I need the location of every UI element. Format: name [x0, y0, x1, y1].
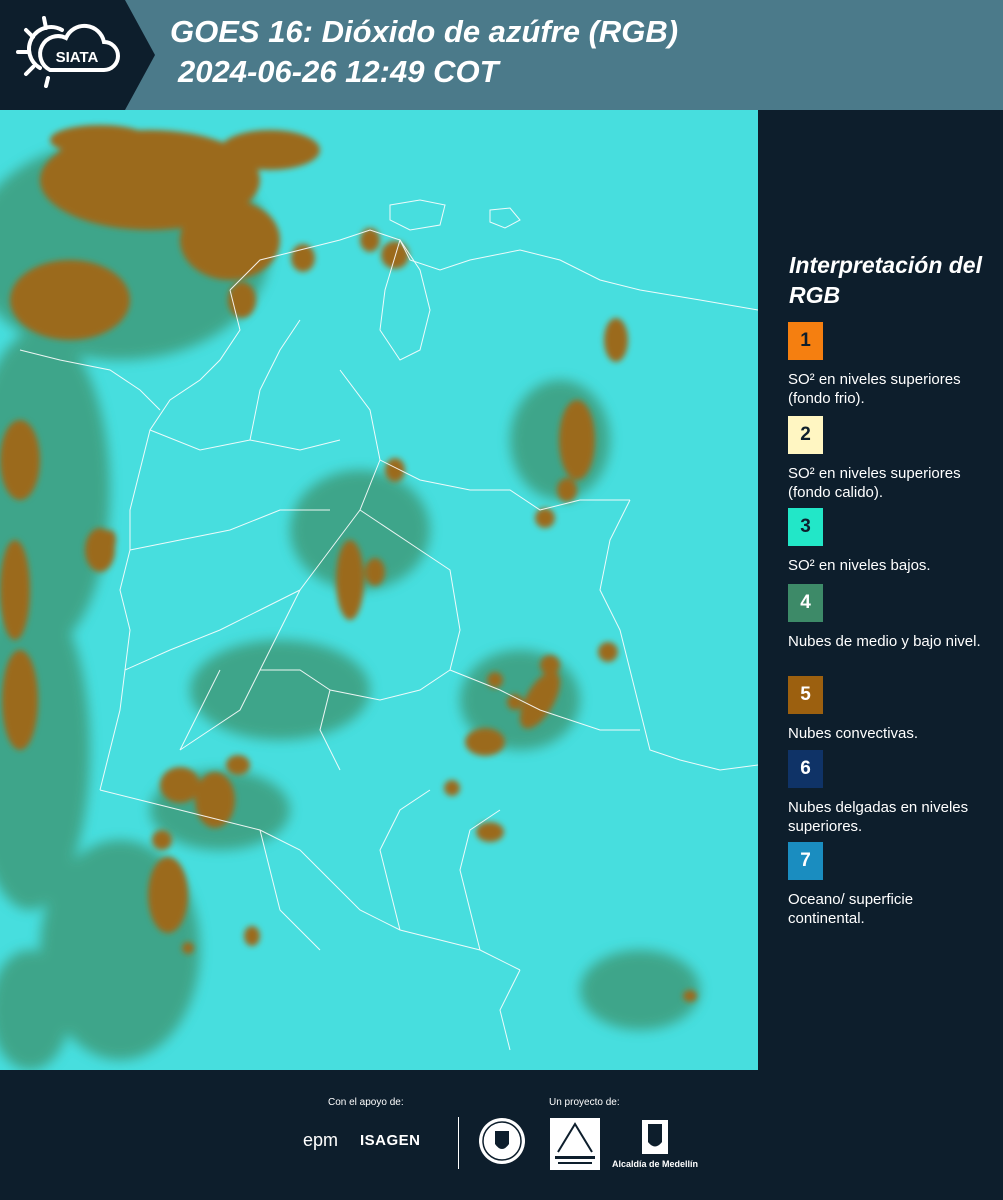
legend-number: 7 [800, 850, 811, 871]
legend-label: Nubes delgadas en niveles superiores. [788, 799, 969, 835]
siata-sun-cloud-icon: SIATA [16, 16, 120, 88]
legend-label: SO² en niveles superiores (fondo calido)… [788, 465, 961, 501]
legend-panel: Interpretación del RGB 1 SO² en niveles … [758, 110, 1003, 1070]
satellite-map[interactable] [0, 110, 758, 1070]
legend-number: 4 [800, 592, 811, 613]
logo-arrow [125, 0, 155, 110]
footer-divider [458, 1117, 459, 1169]
legend-item-4: 4 Nubes de medio y bajo nivel. [788, 584, 988, 651]
epm-logo: epm [303, 1130, 339, 1150]
legend-item-3: 3 SO² en niveles bajos. [788, 508, 988, 575]
page-title: GOES 16: Dióxido de azúfre (RGB) [170, 14, 679, 49]
legend-swatch: 4 [788, 584, 823, 622]
legend-item-6: 6 Nubes delgadas en niveles superiores. [788, 750, 988, 836]
isagen-logo: ISAGEN [360, 1132, 421, 1149]
alcaldia-label: Alcaldía de Medellín [612, 1159, 699, 1169]
footer: Con el apoyo de: Un proyecto de: epm ISA… [0, 1070, 1003, 1200]
legend-label: Nubes convectivas. [788, 725, 919, 742]
legend-swatch: 5 [788, 676, 823, 714]
timestamp: 2024-06-26 12:49 COT [178, 54, 499, 89]
legend-number: 6 [800, 758, 811, 779]
legend-item-5: 5 Nubes convectivas. [788, 676, 988, 743]
legend-label: Oceano/ superficie continental. [788, 891, 914, 927]
legend-item-7: 7 Oceano/ superficie continental. [788, 842, 988, 928]
area-metropolitana-logo [550, 1118, 600, 1170]
legend-label: SO² en niveles superiores (fondo frio). [788, 371, 961, 407]
medellin-seal-icon [479, 1118, 525, 1164]
satellite-image [0, 110, 758, 1070]
support-label: Con el apoyo de: [328, 1097, 404, 1108]
alcaldia-shield-icon [642, 1120, 668, 1154]
legend-item-1: 1 SO² en niveles superiores (fondo frio)… [788, 322, 988, 408]
legend-number: 1 [800, 330, 811, 351]
legend-title: Interpretación del RGB [789, 252, 982, 308]
legend-swatch: 3 [788, 508, 823, 546]
legend-swatch: 7 [788, 842, 823, 880]
legend-label: SO² en niveles bajos. [788, 557, 931, 574]
legend-item-2: 2 SO² en niveles superiores (fondo calid… [788, 416, 988, 502]
project-label: Un proyecto de: [549, 1097, 620, 1108]
legend-label: Nubes de medio y bajo nivel. [788, 633, 981, 650]
legend-swatch: 2 [788, 416, 823, 454]
legend-swatch: 1 [788, 322, 823, 360]
legend-number: 5 [800, 684, 811, 705]
siata-logo: SIATA [0, 0, 125, 110]
header-band: SIATA GOES 16: Dióxido de azúfre (RGB) 2… [0, 0, 1003, 110]
legend-number: 3 [800, 516, 811, 537]
legend-number: 2 [800, 424, 811, 445]
legend-swatch: 6 [788, 750, 823, 788]
logo-text: SIATA [56, 49, 99, 66]
